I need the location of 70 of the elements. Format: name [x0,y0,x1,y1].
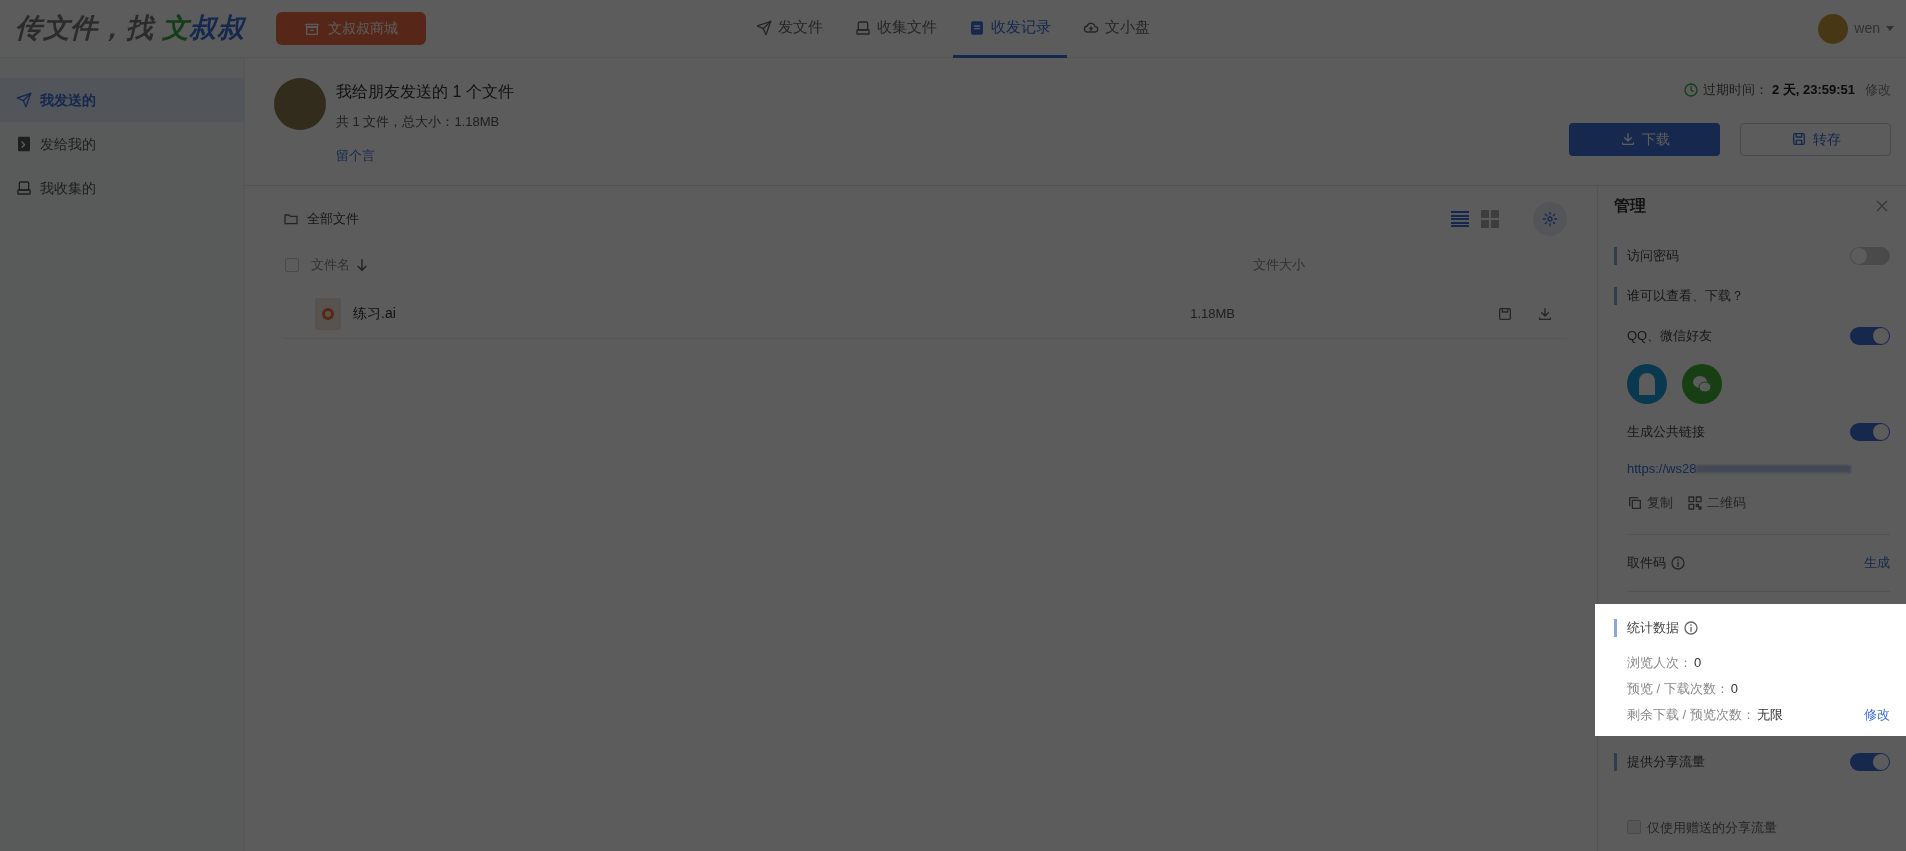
section-title: 提供分享流量 [1627,752,1705,771]
tray-icon [16,180,32,196]
save-icon [1497,305,1513,322]
section-marker [1614,618,1617,637]
save-icon [1790,131,1807,147]
download-file-button[interactable] [1537,305,1553,322]
section-title: 谁可以查看、下载？ [1627,287,1744,306]
stat-value: 0 [1694,653,1702,672]
file-name[interactable]: 练习.ai [353,303,396,324]
close-icon [1874,198,1890,214]
store-button[interactable]: 文叔叔商城 [275,12,426,45]
stat-value: 无限 [1756,705,1783,724]
section-title: 访问密码 [1627,247,1679,266]
toggle-switch[interactable] [1850,423,1890,441]
list-view-icon[interactable] [1451,210,1469,228]
info-icon [1670,555,1686,571]
expiry-time: 2 天, 23:59:51 [1771,81,1855,99]
transfer-title: 我给朋友发送的 1 个文件 [336,82,514,102]
send-icon [16,92,32,108]
folder-icon [283,211,299,227]
edit-link[interactable]: 修改 [1864,704,1890,725]
download-document-icon [16,136,32,152]
document-icon [969,19,985,36]
download-icon [1537,305,1553,322]
sort-arrow-icon [354,257,370,273]
qq-share-button[interactable] [1627,364,1667,404]
share-link[interactable]: https://ws28 [1627,459,1697,479]
settings-icon [1542,211,1558,227]
close-button[interactable] [1874,198,1890,214]
toggle-switch[interactable] [1850,327,1890,345]
stat-value: 0 [1730,679,1739,698]
file-size: 1.18MB [1190,304,1235,323]
section-marker [1614,247,1617,265]
section-marker [1614,287,1617,305]
panel-title: 管理 [1614,196,1646,216]
toggle-switch[interactable] [1850,752,1890,771]
tray-icon [855,19,871,36]
breadcrumb[interactable]: 全部文件 [307,209,359,229]
section-marker [1614,752,1617,771]
transfer-summary: 共 1 文件，总大小：1.18MB [336,113,501,131]
wechat-share-button[interactable] [1682,364,1722,404]
info-icon [1683,619,1699,636]
download-button[interactable]: 下载 [1569,122,1720,156]
dropdown-caret-icon[interactable] [1886,26,1894,31]
save-file-button[interactable] [1497,305,1513,322]
save-button[interactable]: 转存 [1740,122,1891,156]
send-icon [756,19,772,36]
stat-label: 预览 / 下载次数： [1627,679,1729,698]
clock-icon [1682,81,1699,98]
copy-icon [1627,495,1643,511]
grid-view-icon[interactable] [1481,210,1499,228]
file-icon [315,297,341,330]
generate-link[interactable]: 生成 [1864,553,1890,573]
avatar [274,78,326,130]
option-label: 取件码 [1627,554,1666,573]
settings-button[interactable] [1533,202,1567,236]
sidebar-item[interactable]: 发给我的 [0,122,244,166]
stat-label: 浏览人次： [1627,653,1692,672]
option-label: QQ、微信好友 [1627,327,1713,346]
message-link[interactable]: 留个言 [336,145,514,165]
user-avatar[interactable] [1818,13,1849,44]
sidebar-item[interactable]: 我发送的 [0,78,244,122]
stat-label: 剩余下载 / 预览次数： [1627,705,1755,724]
section-title: 统计数据 [1627,619,1679,637]
option-label: 生成公共链接 [1627,423,1705,442]
nav-tab[interactable]: 收发记录 [953,0,1067,58]
expiry-label: 过期时间： [1702,81,1768,99]
sidebar-item[interactable]: 我收集的 [0,166,244,210]
qr-code-icon [1687,495,1703,511]
download-icon [1619,131,1636,147]
